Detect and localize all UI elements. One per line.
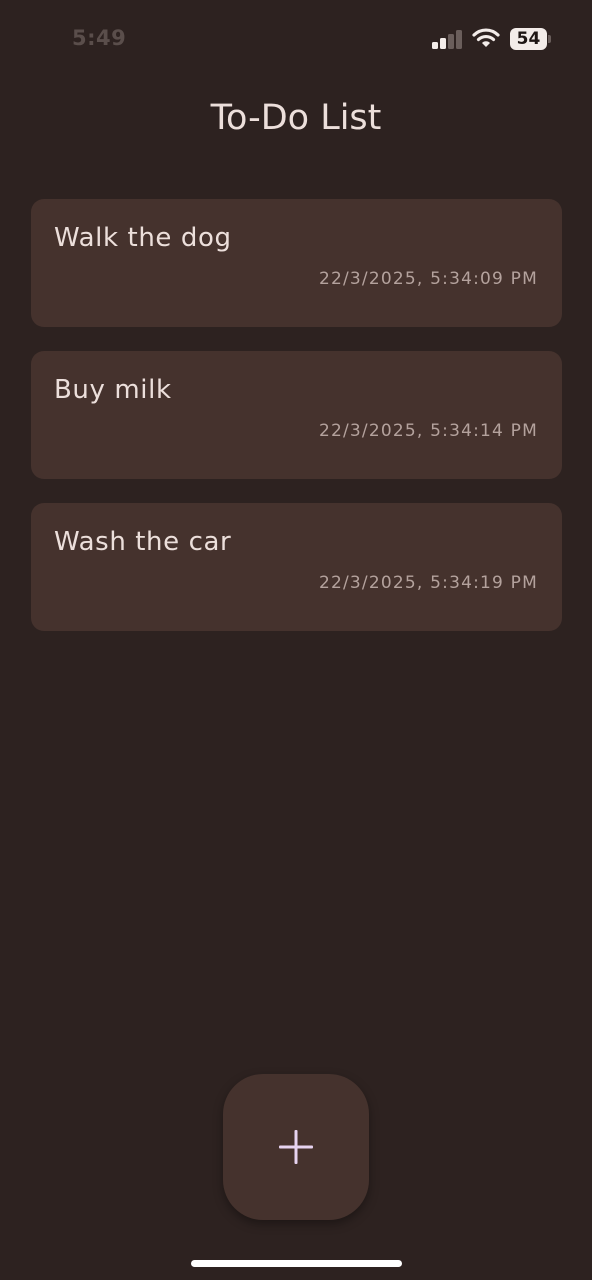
- todo-title: Buy milk: [54, 375, 172, 405]
- todo-title: Walk the dog: [54, 223, 232, 253]
- battery-icon: 54: [510, 28, 552, 50]
- todo-item[interactable]: Buy milk 22/3/2025, 5:34:14 PM: [31, 351, 562, 479]
- page-title: To-Do List: [210, 98, 382, 138]
- todo-timestamp: 22/3/2025, 5:34:09 PM: [318, 269, 538, 289]
- add-todo-button[interactable]: [223, 1074, 369, 1220]
- cellular-signal-icon: [432, 29, 464, 49]
- todo-list: Walk the dog 22/3/2025, 5:34:09 PM Buy m…: [31, 199, 562, 655]
- todo-timestamp: 22/3/2025, 5:34:19 PM: [318, 573, 538, 593]
- todo-title: Wash the car: [54, 527, 232, 557]
- battery-cap: [548, 35, 551, 43]
- home-indicator[interactable]: [191, 1260, 402, 1267]
- wifi-icon: [472, 28, 500, 47]
- status-bar: 5:49 54: [0, 0, 592, 80]
- plus-icon: [279, 1130, 313, 1164]
- todo-item[interactable]: Walk the dog 22/3/2025, 5:34:09 PM: [31, 199, 562, 327]
- status-time: 5:49: [72, 26, 127, 50]
- todo-item[interactable]: Wash the car 22/3/2025, 5:34:19 PM: [31, 503, 562, 631]
- todo-timestamp: 22/3/2025, 5:34:14 PM: [318, 421, 538, 441]
- battery-level: 54: [516, 29, 541, 49]
